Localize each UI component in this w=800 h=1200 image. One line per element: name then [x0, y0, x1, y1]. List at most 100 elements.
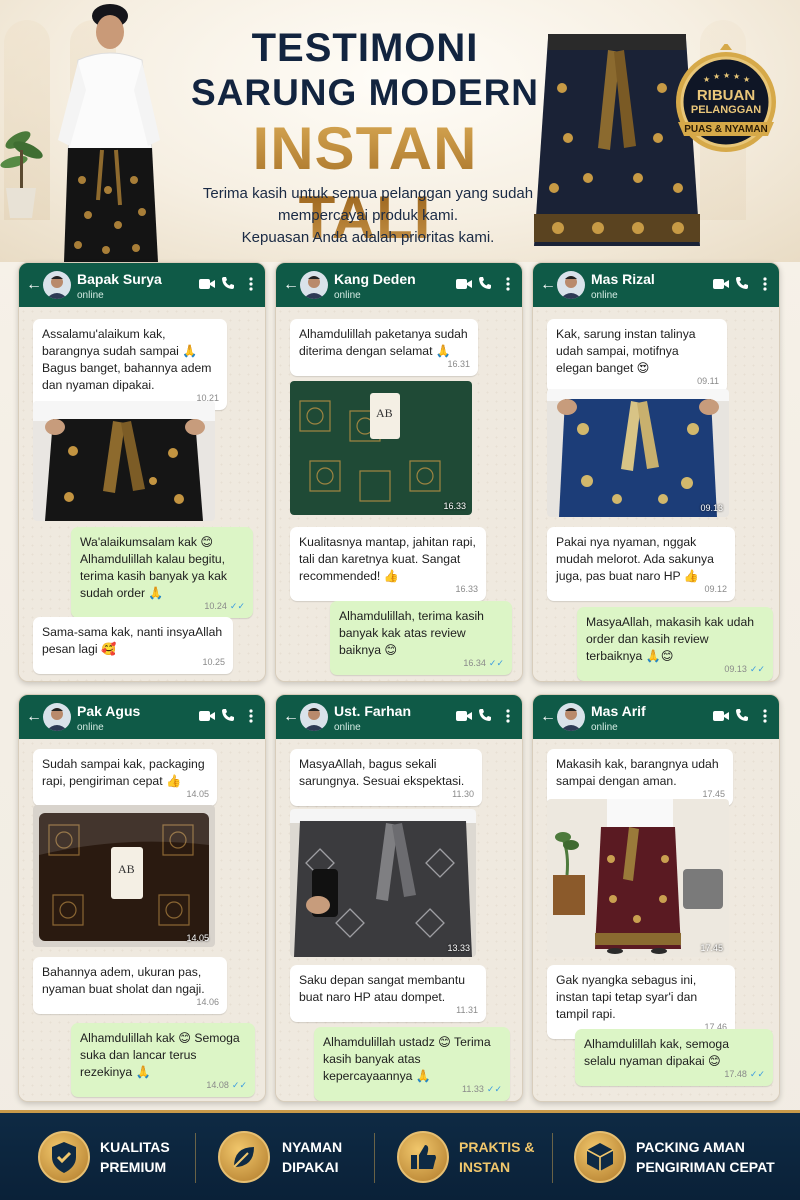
man-in-maroon-sarong-image [547, 799, 729, 957]
message-time: 16.34 ✓✓ [463, 655, 504, 672]
svg-text:★: ★ [703, 75, 710, 84]
more-options-icon[interactable] [763, 277, 767, 291]
subtitle-line: mempercayai produk kami. [277, 207, 459, 224]
avatar[interactable] [557, 271, 585, 299]
svg-text:★: ★ [743, 75, 750, 84]
contact-name[interactable]: Ust. Farhan [334, 703, 411, 719]
back-arrow-icon[interactable]: ← [283, 708, 299, 726]
message-time: 10.24 ✓✓ [204, 598, 245, 615]
phone-call-icon[interactable] [478, 708, 492, 722]
phone-call-icon[interactable] [735, 276, 749, 290]
double-check-icon: ✓✓ [229, 601, 245, 611]
phone-call-icon[interactable] [735, 708, 749, 722]
feature-practical: PRAKTIS & INSTAN [459, 1137, 534, 1177]
message-text: Alhamdulillah kak 😊 Semoga suka dan lanc… [80, 1031, 240, 1079]
customer-photo-grey-sarong-pocket[interactable]: 13.33 [290, 809, 476, 957]
chat-card-mas-rizal: ← Mas Rizal online Kak, sarung instan ta… [532, 262, 780, 682]
message-time: 11.30 [452, 789, 474, 799]
phone-call-icon[interactable] [478, 276, 492, 290]
double-check-icon: ✓✓ [488, 658, 504, 668]
message-text: Pakai nya nyaman, nggak mudah melorot. A… [556, 535, 714, 583]
customer-photo-blue-sarong[interactable]: 09.13 [547, 389, 729, 517]
grey-sarong-with-phone-image [290, 809, 476, 957]
avatar[interactable] [43, 271, 71, 299]
more-options-icon[interactable] [506, 277, 510, 291]
incoming-message: Makasih kak, barangnya udah sampai denga… [547, 749, 733, 806]
video-call-icon[interactable] [199, 278, 215, 290]
time-value: 17.48 [724, 1069, 747, 1079]
subtitle-line: Terima kasih untuk semua pelanggan yang … [202, 185, 534, 202]
photo-time: 17.45 [700, 943, 723, 953]
incoming-message: Sudah sampai kak, packaging rapi, pengir… [33, 749, 217, 806]
time-value: 16.34 [463, 658, 486, 668]
badge-line-1: RIBUAN [696, 87, 756, 104]
video-call-icon[interactable] [456, 710, 472, 722]
feature-line: PENGIRIMAN CEPAT [636, 1159, 775, 1175]
contact-name[interactable]: Bapak Surya [77, 271, 162, 287]
folded-sarong-image: AB [290, 381, 472, 515]
contact-status: online [77, 722, 104, 733]
customer-photo-packaged-sarong[interactable]: AB 16.33 [290, 381, 472, 515]
message-text: Saku depan sangat membantu buat naro HP … [299, 973, 466, 1004]
blue-sarong-image [547, 389, 729, 517]
customer-photo-maroon-sarong[interactable]: 17.45 [547, 799, 729, 957]
back-arrow-icon[interactable]: ← [26, 708, 42, 726]
double-check-icon: ✓✓ [749, 1069, 765, 1079]
more-options-icon[interactable] [763, 709, 767, 723]
video-call-icon[interactable] [713, 278, 729, 290]
svg-text:★: ★ [723, 71, 730, 80]
outgoing-message: Alhamdulillah kak 😊 Semoga suka dan lanc… [71, 1023, 255, 1097]
contact-name[interactable]: Mas Rizal [591, 271, 655, 287]
customer-photo-plastic-package[interactable]: AB 14.05 [33, 805, 215, 947]
feature-packing: PACKING AMAN PENGIRIMAN CEPAT [636, 1137, 775, 1177]
avatar[interactable] [300, 271, 328, 299]
chat-card-kang-deden: ← Kang Deden online Alhamdulillah paketa… [275, 262, 523, 682]
thumbs-up-icon [397, 1131, 449, 1183]
contact-name[interactable]: Pak Agus [77, 703, 140, 719]
avatar[interactable] [43, 703, 71, 731]
contact-name[interactable]: Mas Arif [591, 703, 646, 719]
leaf-icon [218, 1131, 270, 1183]
back-arrow-icon[interactable]: ← [26, 276, 42, 294]
message-time: 16.33 [455, 584, 478, 594]
message-text: Kualitasnya mantap, jahitan rapi, tali d… [299, 535, 476, 583]
feature-comfort: NYAMAN DIPAKAI [282, 1137, 342, 1177]
message-time: 17.48 ✓✓ [724, 1066, 765, 1083]
photo-time: 16.33 [443, 501, 466, 511]
divider [552, 1133, 553, 1183]
incoming-message: Alhamdulillah paketanya sudah diterima d… [290, 319, 478, 376]
back-arrow-icon[interactable]: ← [283, 276, 299, 294]
message-time: 09.11 [697, 376, 719, 386]
phone-call-icon[interactable] [221, 276, 235, 290]
phone-call-icon[interactable] [221, 708, 235, 722]
video-call-icon[interactable] [456, 278, 472, 290]
message-time: 09.12 [704, 584, 727, 594]
message-text: Sudah sampai kak, packaging rapi, pengir… [42, 757, 205, 788]
more-options-icon[interactable] [506, 709, 510, 723]
contact-status: online [334, 290, 361, 301]
double-check-icon: ✓✓ [749, 664, 765, 674]
message-text: Makasih kak, barangnya udah sampai denga… [556, 757, 719, 788]
header-subtitle: Terima kasih untuk semua pelanggan yang … [190, 183, 546, 249]
customer-photo-sarong-waist[interactable] [33, 401, 215, 521]
incoming-message: MasyaAllah, bagus sekali sarungnya. Sesu… [290, 749, 482, 806]
svg-text:★: ★ [733, 72, 740, 81]
message-time: 14.08 ✓✓ [206, 1077, 247, 1094]
chat-card-bapak-surya: ← Bapak Surya online Assalamu'alaikum ka… [18, 262, 266, 682]
contact-name[interactable]: Kang Deden [334, 271, 416, 287]
avatar[interactable] [300, 703, 328, 731]
title-line-1: TESTIMONI [251, 26, 479, 70]
double-check-icon: ✓✓ [486, 1084, 502, 1094]
incoming-message: Kak, sarung instan talinya udah sampai, … [547, 319, 727, 393]
more-options-icon[interactable] [249, 277, 253, 291]
video-call-icon[interactable] [713, 710, 729, 722]
video-call-icon[interactable] [199, 710, 215, 722]
message-text: Sama-sama kak, nanti insyaAllah pesan la… [42, 625, 223, 656]
back-arrow-icon[interactable]: ← [540, 276, 556, 294]
more-options-icon[interactable] [249, 709, 253, 723]
avatar[interactable] [557, 703, 585, 731]
back-arrow-icon[interactable]: ← [540, 708, 556, 726]
divider [195, 1133, 196, 1183]
message-text: Kak, sarung instan talinya udah sampai, … [556, 327, 696, 375]
feature-line: PREMIUM [100, 1159, 167, 1175]
